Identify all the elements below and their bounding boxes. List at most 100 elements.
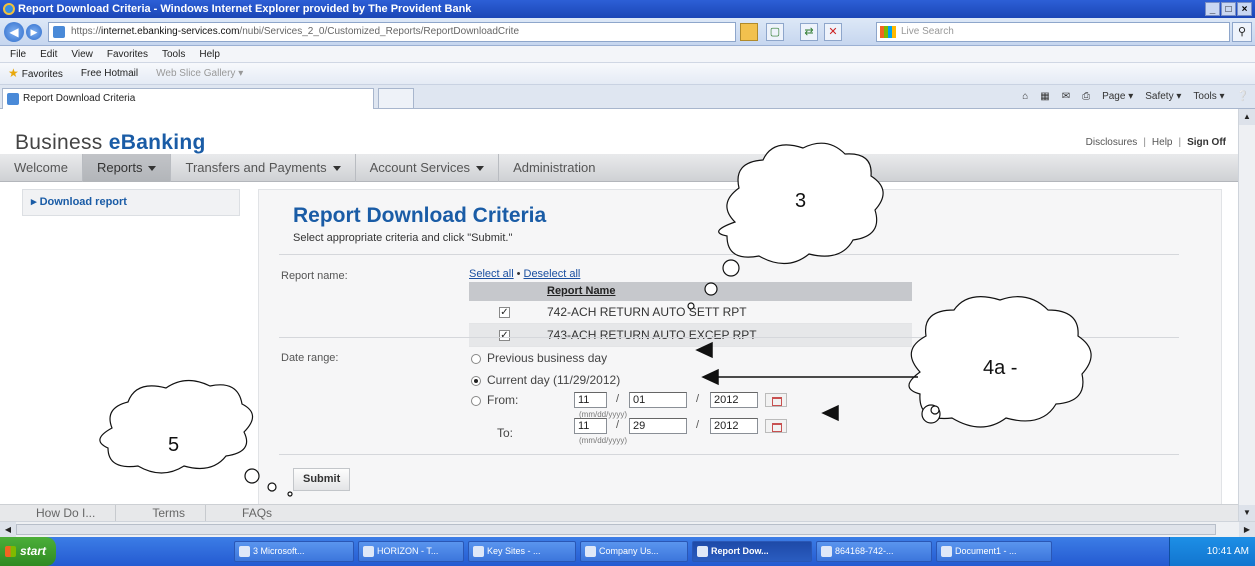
taskbar-item[interactable]: Company Us... bbox=[580, 541, 688, 562]
taskbar-item[interactable]: Document1 - ... bbox=[936, 541, 1052, 562]
taskbar-item[interactable]: HORIZON - T... bbox=[358, 541, 464, 562]
page-icon bbox=[53, 26, 65, 38]
taskbar-item[interactable]: 3 Microsoft... bbox=[234, 541, 354, 562]
current-day-label: Current day (11/29/2012) bbox=[487, 373, 621, 387]
forward-button[interactable]: ▶ bbox=[26, 24, 42, 40]
search-icon[interactable]: ⚲ bbox=[1232, 22, 1252, 42]
brand-logo: Business eBanking bbox=[15, 131, 206, 155]
criteria-panel: Report Download Criteria Select appropri… bbox=[258, 189, 1222, 511]
minimize-button[interactable]: _ bbox=[1205, 2, 1220, 16]
scroll-left-icon[interactable]: ◀ bbox=[0, 522, 16, 537]
menu-file[interactable]: File bbox=[10, 46, 26, 62]
report-checkbox[interactable]: ✓ bbox=[499, 330, 510, 341]
date-separator: / bbox=[616, 419, 620, 431]
to-month-input[interactable]: 11 bbox=[574, 418, 607, 434]
to-year-input[interactable]: 2012 bbox=[710, 418, 758, 434]
calendar-icon[interactable] bbox=[765, 393, 787, 407]
page-title: Report Download Criteria bbox=[293, 204, 547, 227]
calendar-icon[interactable] bbox=[765, 419, 787, 433]
date-range-label: Date range: bbox=[281, 352, 339, 364]
radio-from-to[interactable] bbox=[471, 396, 481, 406]
report-checkbox[interactable]: ✓ bbox=[499, 307, 510, 318]
menu-edit[interactable]: Edit bbox=[40, 46, 57, 62]
sign-off-link[interactable]: Sign Off bbox=[1187, 137, 1226, 148]
ie-logo-icon bbox=[3, 3, 15, 15]
page-menu[interactable]: Page ▾ bbox=[1102, 89, 1133, 105]
scroll-right-icon[interactable]: ▶ bbox=[1239, 522, 1255, 537]
bullet-separator: • bbox=[516, 268, 521, 280]
separator: | bbox=[1143, 137, 1146, 148]
taskbar-item[interactable]: Key Sites - ... bbox=[468, 541, 576, 562]
scroll-down-icon[interactable]: ▼ bbox=[1239, 505, 1255, 521]
taskbar-item-active[interactable]: Report Dow... bbox=[692, 541, 812, 562]
radio-current-day[interactable] bbox=[471, 376, 481, 386]
close-button[interactable]: × bbox=[1237, 2, 1252, 16]
from-year-input[interactable]: 2012 bbox=[710, 392, 758, 408]
favorites-button[interactable]: ★ Favorites bbox=[8, 62, 63, 86]
nav-reports-label: Reports bbox=[96, 160, 143, 175]
maximize-button[interactable]: □ bbox=[1221, 2, 1236, 16]
table-header[interactable]: Report Name bbox=[469, 282, 912, 301]
scroll-thumb[interactable] bbox=[16, 524, 1216, 535]
annotation-label-4a: 4a - bbox=[983, 357, 1018, 379]
fav-item-hotmail[interactable]: Free Hotmail bbox=[81, 63, 138, 85]
submit-button[interactable]: Submit bbox=[293, 468, 351, 491]
new-tab-button[interactable] bbox=[378, 88, 414, 109]
url-input[interactable]: https://internet.ebanking-services.com/n… bbox=[48, 22, 736, 42]
search-input[interactable]: Live Search bbox=[876, 22, 1230, 42]
print-icon[interactable]: ⎙ bbox=[1082, 89, 1090, 105]
tab-title: Report Download Criteria bbox=[23, 93, 136, 104]
stop-icon[interactable]: ✕ bbox=[824, 23, 842, 41]
scroll-up-icon[interactable]: ▲ bbox=[1239, 109, 1255, 125]
nav-account-services[interactable]: Account Services bbox=[356, 154, 500, 182]
lock-icon[interactable] bbox=[740, 23, 758, 41]
vertical-scrollbar[interactable]: ▲ ▼ bbox=[1238, 109, 1255, 521]
safety-menu[interactable]: Safety ▾ bbox=[1145, 89, 1181, 105]
start-button[interactable]: start bbox=[0, 537, 56, 566]
footer-faqs-link[interactable]: FAQs bbox=[206, 505, 292, 521]
separator: | bbox=[1178, 137, 1182, 148]
nav-welcome[interactable]: Welcome bbox=[0, 154, 83, 182]
page-icon bbox=[7, 93, 19, 105]
help-link[interactable]: Help bbox=[1152, 137, 1173, 148]
tab-bar: Report Download Criteria ⌂ ▦ ✉ ⎙ Page ▾ … bbox=[0, 85, 1255, 109]
clock: 10:41 AM bbox=[1206, 546, 1249, 557]
menu-tools[interactable]: Tools bbox=[162, 46, 185, 62]
horizontal-scrollbar[interactable]: ◀ ▶ bbox=[0, 521, 1255, 537]
nav-reports[interactable]: Reports bbox=[82, 154, 172, 182]
back-button[interactable]: ◀ bbox=[4, 22, 24, 42]
select-all-link[interactable]: Select all bbox=[469, 268, 514, 280]
url-host: internet.ebanking-services.com bbox=[101, 26, 240, 37]
report-name: 743-ACH RETURN AUTO EXCEP RPT bbox=[547, 328, 757, 342]
home-icon[interactable]: ⌂ bbox=[1022, 89, 1028, 105]
mail-icon[interactable]: ✉ bbox=[1062, 89, 1070, 105]
deselect-all-link[interactable]: Deselect all bbox=[524, 268, 581, 280]
help-icon[interactable]: ❔ bbox=[1237, 89, 1249, 105]
menu-view[interactable]: View bbox=[71, 46, 93, 62]
compatibility-icon[interactable]: ▢ bbox=[766, 23, 784, 41]
disclosures-link[interactable]: Disclosures bbox=[1086, 137, 1138, 148]
radio-previous-day[interactable] bbox=[471, 354, 481, 364]
footer-how-do-i-link[interactable]: How Do I... bbox=[0, 505, 117, 521]
menu-favorites[interactable]: Favorites bbox=[107, 46, 148, 62]
fav-item-web-slice[interactable]: Web Slice Gallery ▾ bbox=[156, 63, 243, 85]
nav-administration[interactable]: Administration bbox=[499, 154, 609, 182]
sidebar-item-download-report[interactable]: ▸ Download report bbox=[22, 189, 240, 216]
date-separator: / bbox=[696, 393, 700, 405]
from-day-input[interactable]: 01 bbox=[629, 392, 687, 408]
system-tray: 10:41 AM bbox=[1169, 537, 1255, 566]
nav-transfers[interactable]: Transfers and Payments bbox=[171, 154, 356, 182]
tab-report-download[interactable]: Report Download Criteria bbox=[2, 88, 374, 109]
feeds-icon[interactable]: ▦ bbox=[1040, 89, 1049, 105]
annotation-label-5: 5 bbox=[168, 434, 180, 456]
url-prefix: https:// bbox=[71, 26, 102, 37]
divider bbox=[279, 454, 1179, 455]
refresh-icon[interactable]: ⇄ bbox=[800, 23, 818, 41]
main-nav: Welcome Reports Transfers and Payments A… bbox=[0, 154, 1238, 182]
menu-help[interactable]: Help bbox=[199, 46, 220, 62]
tools-menu[interactable]: Tools ▾ bbox=[1193, 89, 1224, 105]
taskbar-item[interactable]: 864168-742-... bbox=[816, 541, 932, 562]
to-day-input[interactable]: 29 bbox=[629, 418, 687, 434]
footer-terms-link[interactable]: Terms bbox=[116, 505, 207, 521]
from-month-input[interactable]: 11 bbox=[574, 392, 607, 408]
